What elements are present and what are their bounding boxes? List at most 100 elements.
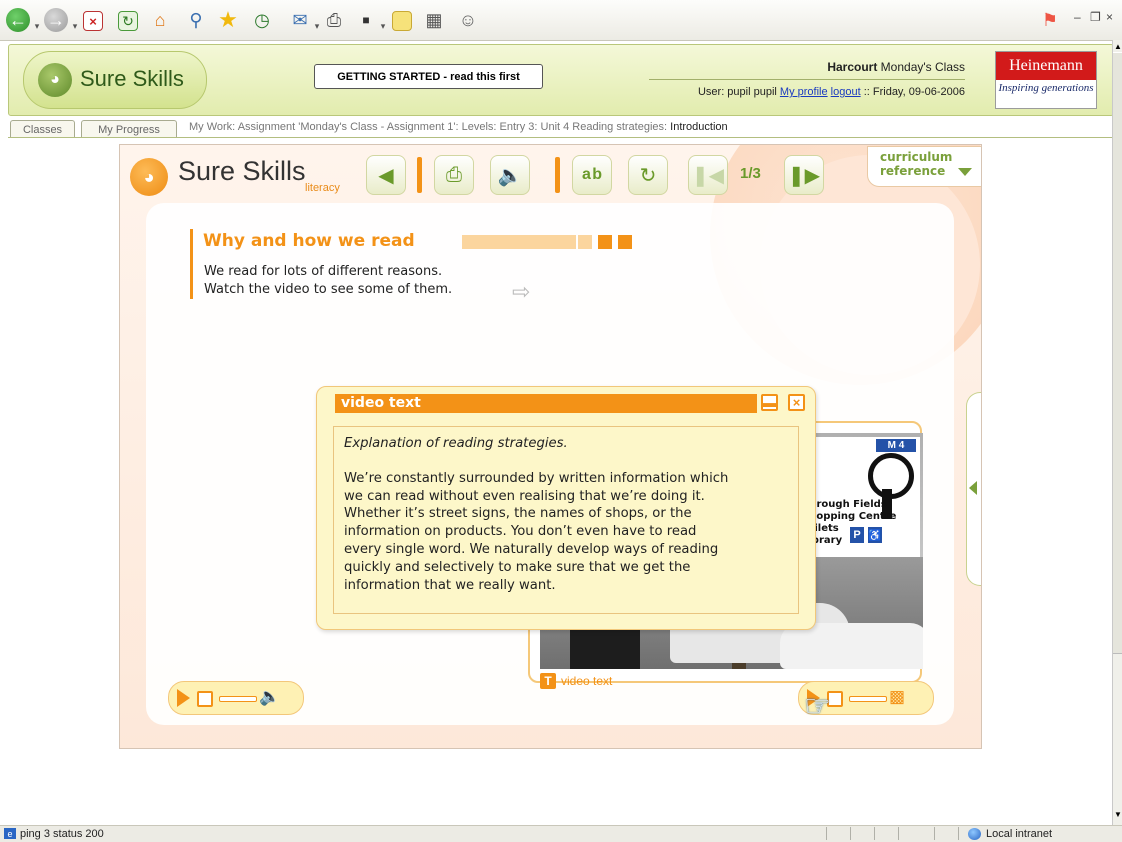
security-zone: Local intranet bbox=[986, 828, 1053, 840]
toolbar-separator bbox=[417, 157, 422, 193]
lesson-panel: Why and how we read We read for lots of … bbox=[146, 203, 954, 725]
edit-icon[interactable]: ■ bbox=[354, 8, 378, 32]
back-arrow-icon: ◀ bbox=[378, 164, 394, 187]
audio-button[interactable]: 🔈 bbox=[490, 155, 530, 195]
curriculum-label: curriculum bbox=[880, 150, 953, 164]
logo-text: Sure Skills bbox=[80, 66, 184, 91]
video-camera-icon: ▩ bbox=[889, 687, 906, 706]
video-text-popup: video text ▬ × Explanation of reading st… bbox=[316, 386, 816, 630]
windows-logo-icon: ⚑ bbox=[1041, 10, 1059, 30]
messenger-icon[interactable]: ☺ bbox=[456, 8, 480, 32]
edit-dropdown-icon[interactable]: ▾ bbox=[378, 14, 388, 38]
scroll-thumb[interactable] bbox=[1113, 52, 1122, 654]
status-cell bbox=[874, 827, 897, 840]
video-text-line: every single word. We naturally develop … bbox=[344, 541, 719, 557]
previous-page-button[interactable]: ❚◀ bbox=[688, 155, 728, 195]
status-text: ping 3 status 200 bbox=[20, 828, 104, 840]
breadcrumb: My Work: Assignment 'Monday's Class - As… bbox=[189, 121, 728, 133]
status-bar: e ping 3 status 200 Local intranet bbox=[0, 825, 1122, 842]
mail-dropdown-icon[interactable]: ▾ bbox=[312, 14, 322, 38]
volume-slider[interactable] bbox=[219, 696, 257, 702]
status-cell bbox=[826, 827, 849, 840]
lesson-frame: ◕ Sure Skills literacy ◀ ⎙ 🔈 a b ↻ ❚◀ 1/… bbox=[119, 144, 982, 749]
next-icon: ❚▶ bbox=[787, 164, 821, 187]
audio-controls: 🔈 bbox=[168, 681, 304, 715]
video-text-line: information that we really want. bbox=[344, 577, 556, 593]
refresh-icon: ↻ bbox=[639, 164, 657, 187]
app-logo-subtitle: literacy bbox=[305, 182, 340, 194]
progress-step bbox=[598, 235, 612, 249]
video-text-line: Whether it’s street signs, the names of … bbox=[344, 506, 692, 522]
stop-icon[interactable] bbox=[197, 691, 213, 707]
sign-m4: M 4 bbox=[876, 439, 916, 452]
minimize-popup-icon[interactable]: ▬ bbox=[761, 394, 778, 411]
status-cell bbox=[934, 827, 957, 840]
getting-started-button[interactable]: GETTING STARTED - read this first bbox=[314, 64, 543, 89]
scroll-up-icon[interactable]: ▲ bbox=[1114, 42, 1122, 51]
breadcrumb-path: My Work: Assignment 'Monday's Class - As… bbox=[189, 121, 671, 133]
class-name: Monday's Class bbox=[880, 60, 965, 74]
video-text-title[interactable]: video text bbox=[335, 394, 757, 413]
status-cell bbox=[898, 827, 921, 840]
user-info: User: pupil pupil My profile logout :: F… bbox=[698, 86, 965, 98]
play-icon[interactable] bbox=[177, 689, 190, 707]
site-header: ◕ Sure Skills GETTING STARTED - read thi… bbox=[8, 44, 1114, 116]
breadcrumb-current: Introduction bbox=[670, 121, 728, 133]
progress-track bbox=[462, 235, 576, 249]
tab-baseline bbox=[8, 137, 1112, 138]
logout-link[interactable]: logout bbox=[831, 86, 861, 98]
video-street-sign: M 4 Borough Fields Shopping Centre Toile… bbox=[798, 437, 920, 557]
speaker-icon: 🔈 bbox=[497, 164, 523, 187]
close-popup-icon[interactable]: × bbox=[788, 394, 805, 411]
progress-step-current bbox=[618, 235, 632, 249]
refresh-icon[interactable]: ↻ bbox=[118, 11, 138, 31]
print-button[interactable]: ⎙ bbox=[434, 155, 474, 195]
sure-skills-logo[interactable]: ◕ Sure Skills bbox=[23, 51, 207, 109]
refresh-button[interactable]: ↻ bbox=[628, 155, 668, 195]
progress-step bbox=[578, 235, 592, 249]
history-icon[interactable]: ◷ bbox=[250, 8, 274, 32]
video-text-icon[interactable]: T bbox=[540, 673, 556, 689]
printer-icon: ⎙ bbox=[446, 163, 462, 186]
home-icon[interactable]: ⌂ bbox=[148, 8, 172, 32]
notes-icon[interactable] bbox=[392, 11, 412, 31]
mail-icon[interactable]: ✉ bbox=[288, 8, 312, 32]
favorites-icon[interactable]: ★ bbox=[216, 8, 240, 32]
heinemann-logo[interactable]: Heinemann Inspiring generations bbox=[995, 51, 1097, 109]
restore-icon[interactable]: ❐ bbox=[1090, 10, 1101, 24]
intro-text: Watch the video to see some of them. bbox=[204, 282, 453, 297]
hand-cursor-icon: ☞ bbox=[804, 690, 831, 723]
page-icon: e bbox=[4, 828, 16, 839]
browser-toolbar: ← ▾ → ▾ × ↻ ⌂ ⚲ ★ ◷ ✉ ▾ ⎙ ■ ▾ ▦ ☺ ⚑ – ❐ … bbox=[0, 0, 1122, 41]
scrollbar[interactable]: ▲ ▼ bbox=[1112, 40, 1122, 825]
back-icon[interactable]: ← bbox=[6, 8, 30, 32]
my-profile-link[interactable]: My profile bbox=[780, 86, 828, 98]
intro-text: We read for lots of different reasons. bbox=[204, 264, 443, 279]
tab-classes[interactable]: Classes bbox=[10, 120, 75, 138]
next-page-button[interactable]: ❚▶ bbox=[784, 155, 824, 195]
app-logo-text: Sure Skills bbox=[178, 156, 306, 186]
forward-dropdown-icon[interactable]: ▾ bbox=[70, 14, 80, 38]
dropdown-icon bbox=[958, 168, 972, 176]
heinemann-wordmark: Heinemann bbox=[996, 52, 1096, 80]
video-text-line: information on products. You don’t even … bbox=[344, 524, 697, 540]
back-dropdown-icon[interactable]: ▾ bbox=[32, 14, 42, 38]
forward-icon[interactable]: → bbox=[44, 8, 68, 32]
search-icon[interactable]: ⚲ bbox=[184, 8, 208, 32]
side-panel-tab[interactable] bbox=[966, 392, 981, 586]
close-icon[interactable]: × bbox=[1106, 10, 1113, 24]
video-slider[interactable] bbox=[849, 696, 887, 702]
print-icon[interactable]: ⎙ bbox=[322, 8, 346, 32]
stop-icon[interactable]: × bbox=[83, 11, 103, 31]
video-text-link[interactable]: video text bbox=[561, 674, 612, 688]
spelling-button[interactable]: a b bbox=[572, 155, 612, 195]
tab-my-progress[interactable]: My Progress bbox=[81, 120, 177, 138]
minimize-icon[interactable]: – bbox=[1074, 10, 1081, 24]
back-button[interactable]: ◀ bbox=[366, 155, 406, 195]
video-text-line: quickly and selectively to make sure tha… bbox=[344, 559, 691, 575]
page-counter: 1/3 bbox=[740, 165, 761, 182]
scroll-down-icon[interactable]: ▼ bbox=[1114, 810, 1122, 819]
curriculum-reference-button[interactable]: curriculum reference bbox=[867, 146, 981, 187]
research-icon[interactable]: ▦ bbox=[422, 8, 446, 32]
video-text-body: Explanation of reading strategies. We’re… bbox=[333, 426, 799, 614]
